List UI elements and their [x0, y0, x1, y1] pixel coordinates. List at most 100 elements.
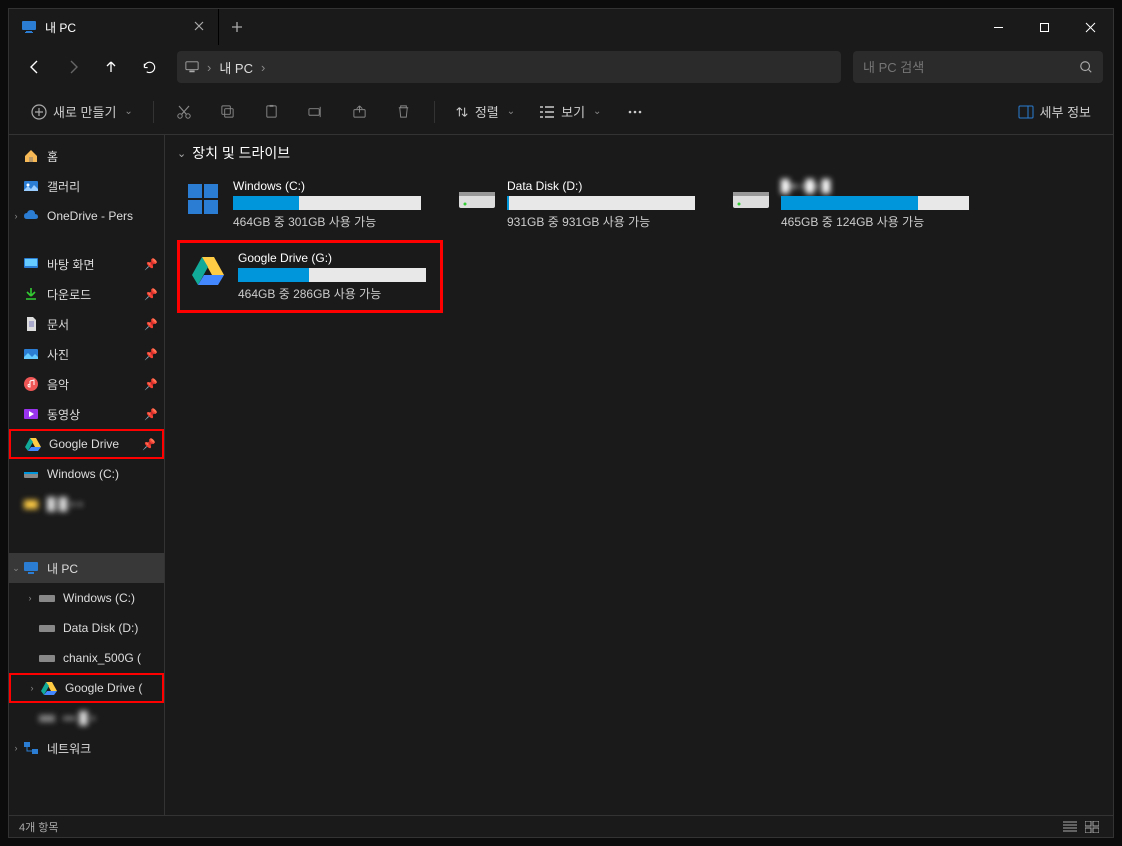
- sidebar-item-windows-c[interactable]: › Windows (C:): [9, 583, 164, 613]
- sidebar-item-pictures[interactable]: 사진 📌: [9, 339, 164, 369]
- pin-icon: 📌: [142, 438, 156, 451]
- rename-button[interactable]: [298, 96, 334, 128]
- chevron-down-icon: ⌄: [507, 106, 515, 117]
- drive-capacity-bar: [507, 196, 695, 210]
- network-icon: [23, 740, 39, 756]
- sidebar-item-label: 문서: [47, 316, 69, 333]
- drive-capacity-bar: [233, 196, 421, 210]
- breadcrumb-thispc[interactable]: 내 PC: [219, 58, 253, 77]
- desktop-icon: [23, 256, 39, 272]
- minimize-button[interactable]: [975, 9, 1021, 45]
- close-button[interactable]: [1067, 9, 1113, 45]
- sidebar-item-chanix[interactable]: chanix_500G (: [9, 643, 164, 673]
- sidebar-item-data-d[interactable]: Data Disk (D:): [9, 613, 164, 643]
- sidebar-item-windows-c-quick[interactable]: Windows (C:): [9, 459, 164, 489]
- statusbar: 4개 항목: [9, 815, 1113, 837]
- picture-icon: [23, 346, 39, 362]
- sidebar-item-thispc[interactable]: ⌄ 내 PC: [9, 553, 164, 583]
- sidebar-item-label: 음악: [47, 376, 69, 393]
- hdd-icon: [731, 179, 771, 219]
- refresh-button[interactable]: [133, 51, 165, 83]
- sidebar-item-gallery[interactable]: 갤러리: [9, 171, 164, 201]
- pin-icon: 📌: [144, 348, 158, 361]
- sidebar-item-music[interactable]: 음악 📌: [9, 369, 164, 399]
- section-devices-drives[interactable]: ⌄ 장치 및 드라이브: [177, 143, 1101, 163]
- drive-name: █▪▪ ▪█▪ █: [781, 179, 971, 193]
- sidebar-item-desktop[interactable]: 바탕 화면 📌: [9, 249, 164, 279]
- document-icon: [23, 316, 39, 332]
- chevron-right-icon: ›: [261, 60, 265, 75]
- details-pane-icon: [1018, 105, 1034, 119]
- sidebar-item-label: 갤러리: [47, 178, 80, 195]
- search-box[interactable]: [853, 51, 1103, 83]
- view-details-button[interactable]: [1059, 818, 1081, 836]
- content-area: ⌄ 장치 및 드라이브 Windows (C:)464GB 중 301GB 사용…: [165, 135, 1113, 815]
- pin-icon: 📌: [144, 378, 158, 391]
- sidebar-item-downloads[interactable]: 다운로드 📌: [9, 279, 164, 309]
- drive-name: Data Disk (D:): [507, 179, 697, 193]
- sidebar-item-gdrive[interactable]: › Google Drive (: [9, 673, 164, 703]
- new-label: 새로 만들기: [53, 102, 116, 121]
- view-tiles-button[interactable]: [1081, 818, 1103, 836]
- sidebar-item-label: 네트워크: [47, 740, 91, 757]
- sidebar: 홈 갤러리 › OneDrive - Pers 바탕 화면 📌 다운로드 📌: [9, 135, 165, 815]
- tab-close-button[interactable]: [194, 21, 206, 33]
- pin-icon: 📌: [144, 408, 158, 421]
- sidebar-item-label: 내 PC: [47, 560, 78, 577]
- more-button[interactable]: [617, 96, 653, 128]
- details-pane-button[interactable]: 세부 정보: [1010, 96, 1099, 128]
- sidebar-item-label: 동영상: [47, 406, 80, 423]
- sidebar-item-onedrive[interactable]: › OneDrive - Pers: [9, 201, 164, 231]
- folder-icon: [23, 496, 39, 512]
- sidebar-item-home[interactable]: 홈: [9, 141, 164, 171]
- pin-icon: 📌: [144, 318, 158, 331]
- view-button[interactable]: 보기 ⌄: [531, 96, 609, 128]
- drive-item[interactable]: Google Drive (G:)464GB 중 286GB 사용 가능: [177, 240, 443, 313]
- chevron-right-icon: ›: [11, 211, 21, 221]
- drive-item[interactable]: Windows (C:)464GB 중 301GB 사용 가능: [177, 173, 429, 236]
- pin-icon: 📌: [144, 288, 158, 301]
- toolbar: 새로 만들기 ⌄ 정렬 ⌄ 보기 ⌄ 세부 정보: [9, 89, 1113, 135]
- chevron-right-icon: ›: [207, 60, 211, 75]
- gdrive-icon: [41, 680, 57, 696]
- copy-button[interactable]: [210, 96, 246, 128]
- sidebar-item-obscured[interactable]: ▪▪▪ █ ▪: [9, 703, 164, 733]
- sidebar-item-network[interactable]: › 네트워크: [9, 733, 164, 763]
- gallery-icon: [23, 178, 39, 194]
- new-button[interactable]: 새로 만들기 ⌄: [23, 96, 141, 128]
- download-icon: [23, 286, 39, 302]
- sort-button[interactable]: 정렬 ⌄: [447, 96, 523, 128]
- view-icon: [539, 105, 555, 119]
- new-tab-button[interactable]: [219, 9, 255, 45]
- monitor-icon: [185, 60, 199, 74]
- plus-circle-icon: [31, 104, 47, 120]
- chevron-down-icon: ⌄: [11, 563, 21, 574]
- chevron-right-icon: ›: [11, 743, 21, 753]
- paste-button[interactable]: [254, 96, 290, 128]
- back-button[interactable]: [19, 51, 51, 83]
- monitor-icon: [23, 560, 39, 576]
- hdd-icon: [457, 179, 497, 219]
- drive-name: Windows (C:): [233, 179, 423, 193]
- tab-thispc[interactable]: 내 PC: [9, 9, 219, 45]
- search-input[interactable]: [863, 60, 1071, 75]
- up-button[interactable]: [95, 51, 127, 83]
- section-title: 장치 및 드라이브: [192, 143, 290, 163]
- sidebar-item-label: 바탕 화면: [47, 256, 95, 273]
- sidebar-item-obscured-quick[interactable]: █ █ ▪ ▪: [9, 489, 164, 519]
- sidebar-item-videos[interactable]: 동영상 📌: [9, 399, 164, 429]
- sidebar-item-documents[interactable]: 문서 📌: [9, 309, 164, 339]
- share-button[interactable]: [342, 96, 378, 128]
- drive-item[interactable]: Data Disk (D:)931GB 중 931GB 사용 가능: [451, 173, 703, 236]
- delete-button[interactable]: [386, 96, 422, 128]
- forward-button[interactable]: [57, 51, 89, 83]
- maximize-button[interactable]: [1021, 9, 1067, 45]
- breadcrumb[interactable]: › 내 PC ›: [177, 51, 841, 83]
- drive-status: 465GB 중 124GB 사용 가능: [781, 213, 971, 230]
- sidebar-item-gdrive-quick[interactable]: Google Drive 📌: [9, 429, 164, 459]
- sidebar-item-label: OneDrive - Pers: [47, 209, 133, 223]
- video-icon: [23, 406, 39, 422]
- cut-button[interactable]: [166, 96, 202, 128]
- drive-item[interactable]: █▪▪ ▪█▪ █ 465GB 중 124GB 사용 가능: [725, 173, 977, 236]
- sidebar-item-label: 다운로드: [47, 286, 91, 303]
